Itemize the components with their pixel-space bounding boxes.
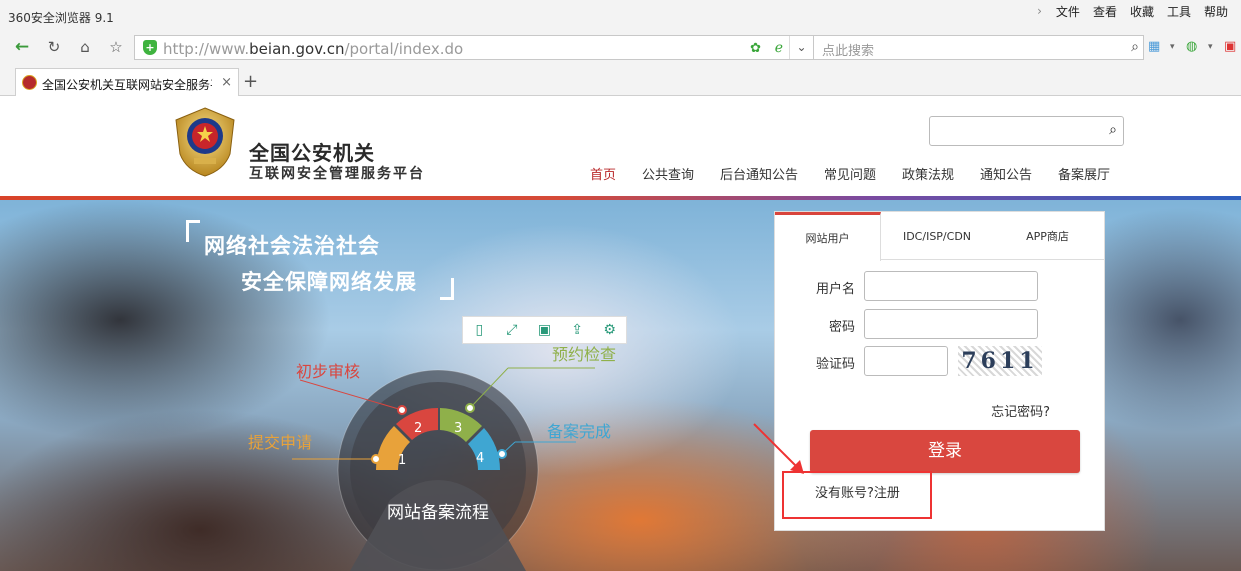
step-4-number: 4: [476, 451, 484, 466]
captcha-row: 验证码: [775, 346, 1104, 376]
menu-favorites[interactable]: 收藏: [1130, 3, 1154, 20]
fullscreen-icon[interactable]: ⤢: [496, 317, 529, 343]
menu-view[interactable]: 查看: [1093, 3, 1117, 20]
step-2-label: 初步审核: [296, 362, 361, 381]
nav-public-query[interactable]: 公共查询: [642, 164, 694, 183]
nav-backend-notices[interactable]: 后台通知公告: [720, 164, 798, 183]
search-icon[interactable]: ⌕: [1109, 122, 1117, 138]
nav-faq[interactable]: 常见问题: [824, 164, 876, 183]
star-icon[interactable]: ☆: [104, 36, 128, 58]
search-icon[interactable]: ⌕: [1131, 39, 1139, 55]
apps-icon[interactable]: ▦: [1148, 39, 1160, 54]
floating-toolbar: ▯ ⤢ ▣ ⇪ ⚙: [462, 316, 627, 344]
security-shield-icon[interactable]: +: [143, 40, 157, 55]
password-row: 密码: [775, 309, 1104, 339]
annotation-arrow-icon: [753, 423, 804, 474]
slogan-line2: 安全保障网络发展: [241, 270, 417, 294]
site-search-input[interactable]: ⌕: [929, 116, 1124, 146]
site-header: 全国公安机关 互联网安全管理服务平台 ⌕ 首页 公共查询 后台通知公告 常见问题…: [0, 96, 1241, 196]
chevron-right-icon[interactable]: ›: [1037, 4, 1042, 18]
adblock-icon[interactable]: ▣: [1224, 39, 1236, 54]
hero-banner: 网络社会法治社会 安全保障网络发展 ▯ ⤢ ▣ ⇪ ⚙ 1 2 3 4 网站备案…: [0, 200, 1241, 571]
settings-gear-icon[interactable]: ⚙: [593, 317, 626, 343]
step-2-number: 2: [414, 421, 422, 436]
step-3-label: 预约检查: [552, 345, 617, 364]
url-bar[interactable]: + http://www.beian.gov.cn/portal/index.d…: [134, 35, 814, 60]
back-icon[interactable]: ←: [10, 36, 34, 58]
filing-process-diagram: 1 2 3 4 网站备案流程: [292, 367, 595, 571]
step-4-label: 备案完成: [547, 422, 612, 441]
browser-title: 360安全浏览器 9.1: [8, 11, 114, 25]
home-icon[interactable]: ⌂: [73, 36, 97, 58]
tab-website-user[interactable]: 网站用户: [775, 212, 881, 261]
menu-help[interactable]: 帮助: [1204, 3, 1228, 20]
register-link[interactable]: 没有账号?注册: [815, 482, 900, 501]
chevron-down-icon[interactable]: ▾: [1208, 42, 1213, 52]
username-row: 用户名: [775, 271, 1104, 301]
police-emblem-favicon-icon: [22, 75, 37, 90]
nav-announcements[interactable]: 通知公告: [980, 164, 1032, 183]
captcha-input[interactable]: [864, 346, 948, 376]
reload-icon[interactable]: ↻: [42, 36, 66, 58]
username-label: 用户名: [815, 282, 855, 297]
new-tab-icon[interactable]: +: [243, 71, 258, 92]
chevron-down-icon[interactable]: ⌄: [789, 36, 813, 59]
menu-file[interactable]: 文件: [1056, 3, 1080, 20]
password-input[interactable]: [864, 309, 1038, 339]
speed-icon[interactable]: ✿: [750, 41, 761, 56]
nav-filing-gallery[interactable]: 备案展厅: [1058, 164, 1110, 183]
captcha-image[interactable]: 7611: [958, 346, 1042, 376]
tab-idc-isp-cdn[interactable]: IDC/ISP/CDN: [883, 212, 991, 260]
nav-home[interactable]: 首页: [590, 164, 616, 183]
tab-bar: 全国公安机关互联网站安全服务平 × +: [0, 62, 1241, 96]
ie-mode-icon[interactable]: ℯ: [775, 40, 783, 56]
url-text[interactable]: http://www.beian.gov.cn/portal/index.do: [163, 40, 463, 58]
forgot-password-link[interactable]: 忘记密码?: [991, 401, 1050, 420]
slogan-line1: 网络社会法治社会: [204, 234, 380, 258]
guard-icon[interactable]: ◍: [1186, 39, 1197, 54]
main-nav: 首页 公共查询 后台通知公告 常见问题 政策法规 通知公告 备案展厅: [0, 164, 1241, 184]
step-1-label: 提交申请: [248, 433, 313, 452]
browser-search-input[interactable]: 点此搜索 ⌕: [814, 35, 1144, 60]
browser-menu: › 文件 查看 收藏 工具 帮助: [1037, 3, 1241, 19]
search-placeholder: 点此搜索: [822, 44, 875, 59]
bracket-left-decoration: [186, 220, 200, 242]
save-icon[interactable]: ▣: [528, 317, 561, 343]
step-1-number: 1: [398, 453, 406, 468]
password-label: 密码: [828, 320, 855, 335]
brand-title: 全国公安机关: [249, 141, 375, 165]
nav-policies[interactable]: 政策法规: [902, 164, 954, 183]
browser-titlebar: 360安全浏览器 9.1 › 文件 查看 收藏 工具 帮助: [0, 0, 1241, 32]
mobile-icon[interactable]: ▯: [463, 317, 496, 343]
login-tabs: 网站用户 IDC/ISP/CDN APP商店: [775, 212, 1104, 261]
browser-tab[interactable]: 全国公安机关互联网站安全服务平 ×: [15, 68, 239, 96]
bracket-right-decoration: [440, 278, 454, 300]
close-icon[interactable]: ×: [221, 75, 232, 90]
login-panel: 网站用户 IDC/ISP/CDN APP商店 用户名 密码 验证码 7611 忘…: [774, 211, 1105, 531]
login-button[interactable]: 登录: [810, 430, 1080, 473]
captcha-label: 验证码: [815, 357, 855, 372]
menu-tools[interactable]: 工具: [1167, 3, 1191, 20]
chevron-down-icon[interactable]: ▾: [1170, 42, 1175, 52]
process-title: 网站备案流程: [387, 503, 489, 523]
share-icon[interactable]: ⇪: [561, 317, 594, 343]
address-toolbar: ← ↻ ⌂ ☆ + http://www.beian.gov.cn/portal…: [0, 32, 1241, 62]
step-3-number: 3: [454, 421, 462, 436]
username-input[interactable]: [864, 271, 1038, 301]
tab-app-store[interactable]: APP商店: [991, 212, 1104, 260]
tab-title: 全国公安机关互联网站安全服务平: [42, 78, 212, 92]
